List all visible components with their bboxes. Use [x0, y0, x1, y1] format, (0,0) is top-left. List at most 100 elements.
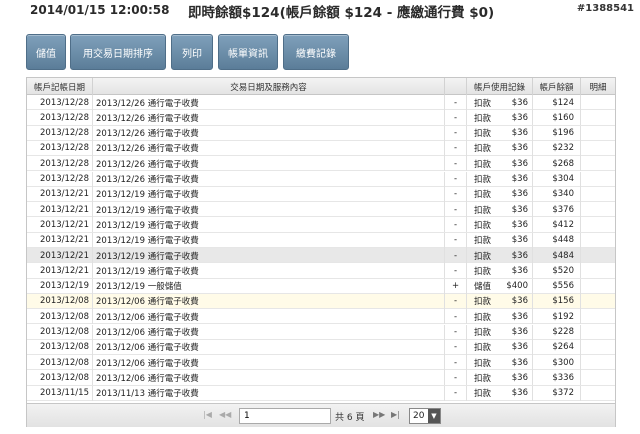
col-detail[interactable]: 明細: [581, 78, 615, 95]
cell-amount: $36: [493, 263, 533, 279]
cell-type: 扣款: [473, 144, 491, 155]
cell-post-date: 2013/12/28: [27, 156, 93, 172]
payment-records-button[interactable]: 繳費記錄: [283, 34, 349, 70]
table-row[interactable]: 2013/12/28 2013/12/26 通行電子收費 - 扣款 $36 $124: [27, 95, 615, 111]
cell-sign: -: [445, 263, 467, 279]
cell-post-date: 2013/12/21: [27, 263, 93, 279]
cell-detail: [581, 233, 615, 248]
cell-description: 2013/12/26 通行電子收費: [93, 140, 445, 156]
cell-sign: -: [445, 339, 467, 355]
cell-balance: $264: [533, 339, 581, 355]
table-row[interactable]: 2013/12/21 2013/12/19 通行電子收費 - 扣款 $36 $448: [27, 232, 615, 248]
grid-header: 帳戶記帳日期 交易日期及服務內容 帳戶使用記錄 帳戶餘額 明細: [27, 78, 615, 95]
cell-type: 扣款: [473, 251, 491, 262]
cell-type: 扣款: [473, 358, 491, 369]
print-button[interactable]: 列印: [171, 34, 213, 70]
cell-type: 扣款: [473, 159, 491, 170]
cell-detail: [581, 309, 615, 324]
col-usage[interactable]: 帳戶使用記錄: [467, 78, 533, 95]
bill-info-button[interactable]: 帳單資訊: [218, 34, 278, 70]
cell-post-date: 2013/12/08: [27, 355, 93, 371]
sort-by-trade-date-button[interactable]: 用交易日期排序: [70, 34, 166, 70]
cell-detail: [581, 248, 615, 263]
cell-description: 2013/12/19 通行電子收費: [93, 263, 445, 279]
col-description[interactable]: 交易日期及服務內容: [93, 78, 445, 95]
topup-button[interactable]: 儲值: [26, 34, 66, 70]
table-row[interactable]: 2013/12/08 2013/12/06 通行電子收費 - 扣款 $36 $264: [27, 339, 615, 356]
cell-post-date: 2013/12/21: [27, 248, 93, 263]
cell-amount: $36: [493, 217, 533, 233]
cell-detail: [581, 202, 615, 217]
cell-type: 扣款: [473, 266, 491, 277]
cell-sign: -: [445, 217, 467, 233]
page-size-select[interactable]: 20 ▼: [409, 408, 441, 424]
first-page-icon[interactable]: |◀: [203, 410, 212, 419]
cell-detail: [581, 156, 615, 171]
cell-detail: [581, 126, 615, 141]
balance-title: 即時餘額$124(帳戶餘額 $124 - 應繳通行費 $0): [188, 5, 495, 21]
table-row[interactable]: 2013/12/08 2013/12/06 通行電子收費 - 扣款 $36 $228: [27, 324, 615, 340]
cell-detail: [581, 386, 615, 401]
table-row[interactable]: 2013/11/15 2013/11/13 通行電子收費 - 扣款 $36 $372: [27, 385, 615, 401]
cell-detail: [581, 340, 615, 355]
cell-amount: $36: [493, 95, 533, 110]
cell-amount: $36: [493, 370, 533, 386]
table-row[interactable]: 2013/12/21 2013/12/19 通行電子收費 - 扣款 $36 $376: [27, 202, 615, 218]
cell-balance: $412: [533, 217, 581, 233]
cell-balance: $448: [533, 232, 581, 248]
cell-description: 2013/12/06 通行電子收費: [93, 339, 445, 355]
cell-description: 2013/12/26 通行電子收費: [93, 125, 445, 141]
cell-post-date: 2013/12/19: [27, 278, 93, 294]
table-row[interactable]: 2013/12/21 2013/12/19 通行電子收費 - 扣款 $36 $340: [27, 186, 615, 203]
cell-sign: -: [445, 324, 467, 340]
table-row[interactable]: 2013/12/21 2013/12/19 通行電子收費 - 扣款 $36 $412: [27, 217, 615, 233]
cell-post-date: 2013/12/28: [27, 95, 93, 110]
table-row[interactable]: 2013/12/28 2013/12/26 通行電子收費 - 扣款 $36 $160: [27, 110, 615, 126]
cell-description: 2013/12/06 通行電子收費: [93, 370, 445, 386]
cell-amount: $36: [493, 186, 533, 202]
cell-post-date: 2013/12/28: [27, 171, 93, 187]
cell-post-date: 2013/12/08: [27, 309, 93, 325]
table-row[interactable]: 2013/12/28 2013/12/26 通行電子收費 - 扣款 $36 $268: [27, 156, 615, 172]
page-number-input[interactable]: [239, 408, 331, 424]
cell-type: 扣款: [473, 113, 491, 124]
prev-page-icon[interactable]: ◀◀: [219, 410, 231, 419]
table-row[interactable]: 2013/12/21 2013/12/19 通行電子收費 - 扣款 $36 $520: [27, 263, 615, 279]
cell-balance: $124: [533, 95, 581, 110]
cell-post-date: 2013/12/08: [27, 339, 93, 355]
pager: |◀ ◀◀ 共 6 頁 ▶▶ ▶| 20 ▼: [27, 403, 615, 427]
cell-description: 2013/12/06 通行電子收費: [93, 309, 445, 325]
cell-type: 扣款: [473, 373, 491, 384]
table-row[interactable]: 2013/12/19 2013/12/19 一般儲值 + 儲值 $400 $556: [27, 278, 615, 294]
cell-sign: -: [445, 110, 467, 126]
cell-detail: [581, 294, 615, 309]
cell-balance: $196: [533, 125, 581, 141]
table-row[interactable]: 2013/12/08 2013/12/06 通行電子收費 - 扣款 $36 $300: [27, 355, 615, 371]
cell-balance: $376: [533, 202, 581, 218]
cell-balance: $232: [533, 140, 581, 156]
cell-description: 2013/12/26 通行電子收費: [93, 95, 445, 110]
next-page-icon[interactable]: ▶▶: [373, 410, 385, 419]
table-row[interactable]: 2013/12/28 2013/12/26 通行電子收費 - 扣款 $36 $304: [27, 171, 615, 187]
table-row[interactable]: 2013/12/08 2013/12/06 通行電子收費 - 扣款 $36 $156: [27, 293, 615, 310]
cell-sign: -: [445, 309, 467, 325]
cell-description: 2013/12/19 通行電子收費: [93, 232, 445, 248]
last-page-icon[interactable]: ▶|: [391, 410, 400, 419]
table-row[interactable]: 2013/12/08 2013/12/06 通行電子收費 - 扣款 $36 $336: [27, 370, 615, 386]
cell-balance: $484: [533, 248, 581, 263]
cell-description: 2013/12/26 通行電子收費: [93, 110, 445, 126]
cell-post-date: 2013/12/21: [27, 186, 93, 202]
cell-amount: $36: [493, 385, 533, 401]
cell-amount: $36: [493, 125, 533, 141]
cell-balance: $336: [533, 370, 581, 386]
chevron-down-icon[interactable]: ▼: [428, 409, 440, 423]
col-balance[interactable]: 帳戶餘額: [533, 78, 581, 95]
cell-type: 扣款: [473, 328, 491, 338]
cell-amount: $36: [493, 156, 533, 172]
transaction-grid: 帳戶記帳日期 交易日期及服務內容 帳戶使用記錄 帳戶餘額 明細 2013/12/…: [26, 77, 616, 427]
table-row[interactable]: 2013/12/28 2013/12/26 通行電子收費 - 扣款 $36 $196: [27, 125, 615, 141]
table-row[interactable]: 2013/12/28 2013/12/26 通行電子收費 - 扣款 $36 $232: [27, 140, 615, 157]
table-row[interactable]: 2013/12/21 2013/12/19 通行電子收費 - 扣款 $36 $484: [27, 248, 615, 264]
table-row[interactable]: 2013/12/08 2013/12/06 通行電子收費 - 扣款 $36 $192: [27, 309, 615, 325]
col-post-date[interactable]: 帳戶記帳日期: [27, 78, 93, 95]
